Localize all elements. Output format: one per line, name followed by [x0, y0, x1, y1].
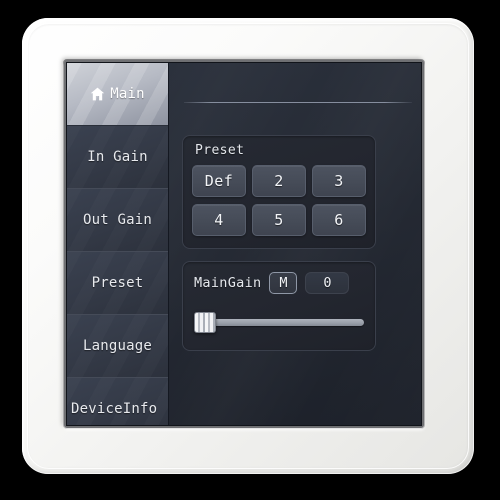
preset-button-4[interactable]: 4	[192, 204, 246, 236]
screen-frame: Main In Gain Out Gain Preset Language De…	[64, 60, 424, 428]
header-divider	[184, 102, 412, 103]
sidebar-item-out-gain[interactable]: Out Gain	[67, 189, 168, 252]
sidebar: Main In Gain Out Gain Preset Language De…	[67, 63, 169, 425]
sidebar-item-label-deviceinfo: DeviceInfo	[71, 401, 158, 417]
main-gain-slider[interactable]	[194, 310, 364, 334]
mute-button[interactable]: M	[269, 272, 298, 294]
main-gain-row: MainGain M 0	[194, 272, 350, 294]
sidebar-item-deviceinfo[interactable]: DeviceInfo	[67, 378, 168, 425]
preset-button-6[interactable]: 6	[312, 204, 366, 236]
sidebar-item-label-in-gain: In Gain	[87, 149, 148, 165]
lcd-screen: Main In Gain Out Gain Preset Language De…	[66, 62, 422, 426]
sidebar-item-label-main: Main	[110, 86, 145, 102]
slider-handle[interactable]	[194, 312, 216, 333]
preset-panel: Preset Def 2 3 4 5 6	[182, 135, 376, 249]
preset-button-2[interactable]: 2	[252, 165, 306, 197]
preset-button-def[interactable]: Def	[192, 165, 246, 197]
sidebar-item-language[interactable]: Language	[67, 315, 168, 378]
sidebar-item-main[interactable]: Main	[67, 63, 168, 126]
main-gain-panel: MainGain M 0	[182, 261, 376, 351]
device-bezel: Main In Gain Out Gain Preset Language De…	[22, 18, 474, 474]
content-area: Preset Def 2 3 4 5 6 MainGain M 0	[170, 63, 421, 425]
preset-button-5[interactable]: 5	[252, 204, 306, 236]
sidebar-item-label-out-gain: Out Gain	[82, 212, 153, 228]
sidebar-item-label-preset: Preset	[91, 275, 144, 291]
preset-button-grid: Def 2 3 4 5 6	[192, 165, 368, 236]
sidebar-item-label-language: Language	[82, 338, 153, 354]
preset-button-3[interactable]: 3	[312, 165, 366, 197]
slider-track[interactable]	[204, 319, 364, 326]
sidebar-item-in-gain[interactable]: In Gain	[67, 126, 168, 189]
sidebar-item-preset[interactable]: Preset	[67, 252, 168, 315]
main-gain-value[interactable]: 0	[305, 272, 350, 294]
screenshot-root: Main In Gain Out Gain Preset Language De…	[0, 0, 500, 500]
main-gain-label: MainGain	[194, 275, 262, 291]
preset-panel-title: Preset	[195, 143, 245, 158]
home-icon	[90, 87, 105, 101]
